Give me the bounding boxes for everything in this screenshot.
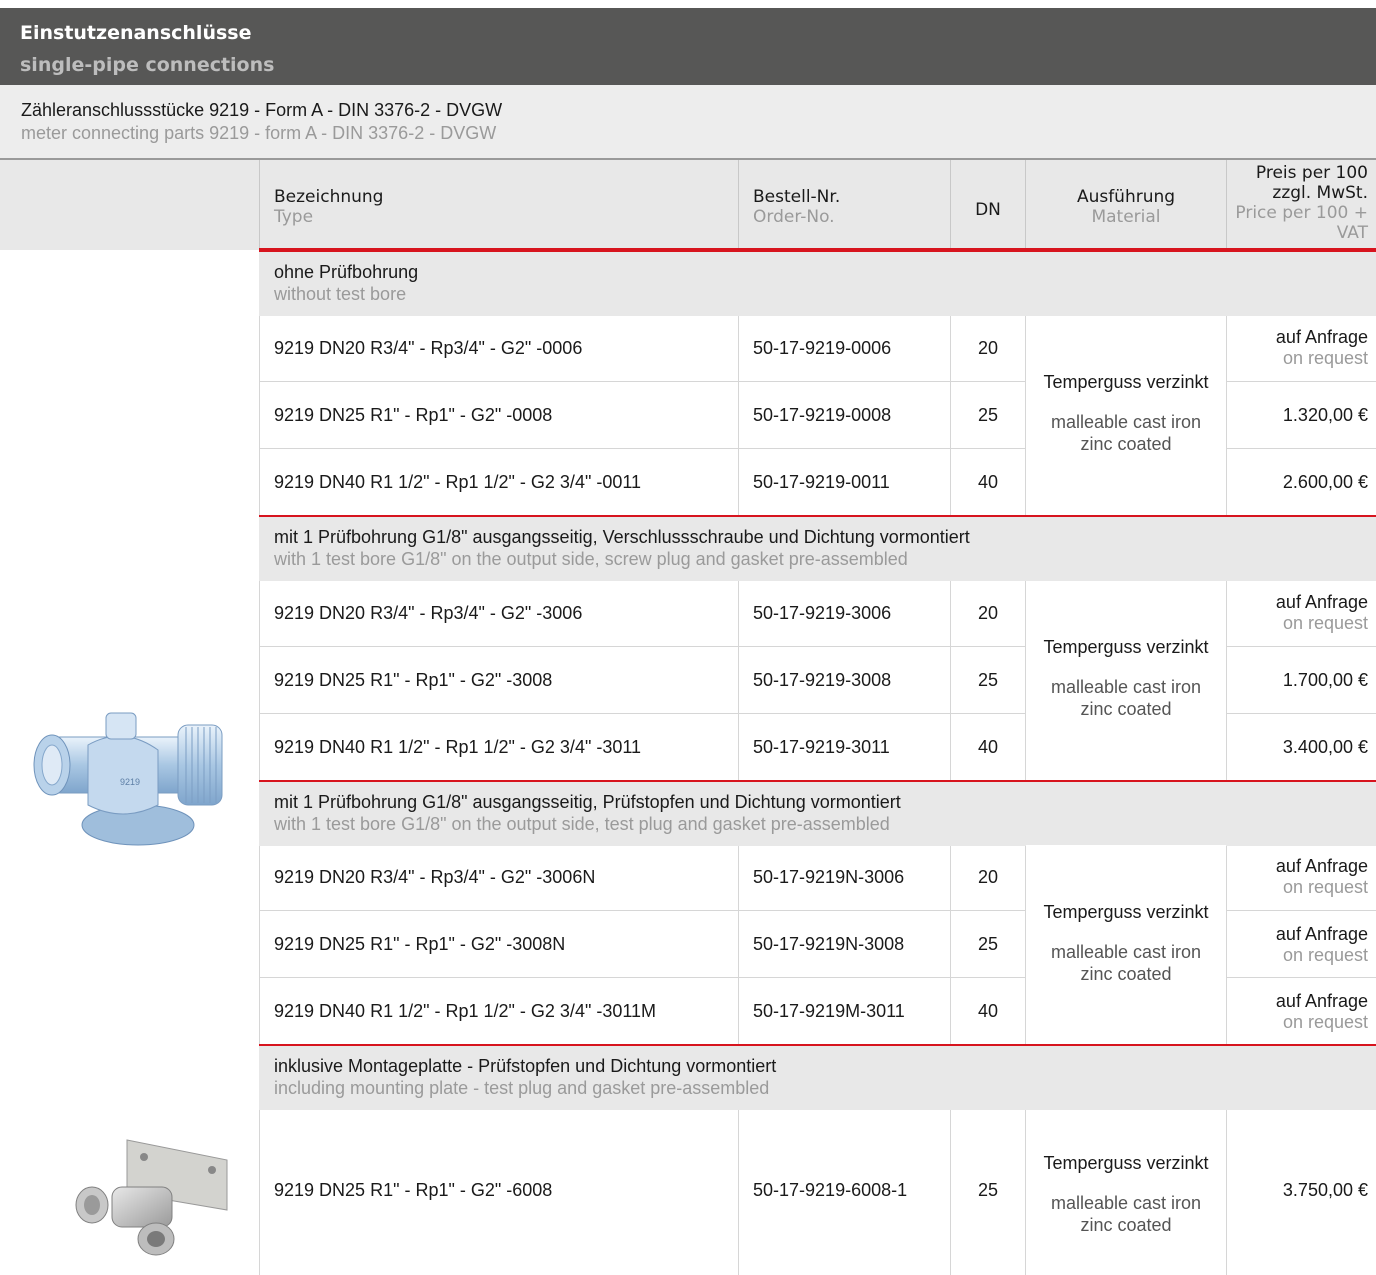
cell-order: 50-17-9219-3006 bbox=[753, 602, 892, 623]
cell-material: Temperguss verzinkt malleable cast iron … bbox=[1043, 372, 1209, 454]
cell-dn: 25 bbox=[977, 1180, 999, 1200]
cell-order: 50-17-9219N-3006 bbox=[753, 866, 905, 887]
cell-material: Temperguss verzinkt malleable cast iron … bbox=[1043, 902, 1209, 984]
cell-type: 9219 DN25 R1" - Rp1" - G2" -3008 bbox=[274, 670, 553, 690]
cell-dn: 20 bbox=[977, 602, 999, 623]
table-header: Bezeichnung Type Bestell-Nr. Order-No. D… bbox=[0, 160, 1376, 250]
cell-order: 50-17-9219-0006 bbox=[753, 337, 892, 358]
section-header: Einstutzenanschlüsse single-pipe connect… bbox=[0, 8, 1376, 85]
column-header-price: Preis per 100 zzgl. MwSt. Price per 100 … bbox=[1235, 163, 1368, 243]
cell-order: 50-17-9219-6008-1 bbox=[753, 1180, 908, 1200]
cell-type: 9219 DN25 R1" - Rp1" - G2" -6008 bbox=[274, 1180, 553, 1200]
cell-order: 50-17-9219-3008 bbox=[753, 670, 892, 690]
cell-dn: 20 bbox=[977, 866, 999, 887]
cell-order: 50-17-9219M-3011 bbox=[753, 1001, 905, 1021]
cell-dn: 25 bbox=[977, 934, 999, 954]
product-subtitle: meter connecting parts 9219 - form A - D… bbox=[21, 123, 497, 143]
cell-type: 9219 DN25 R1" - Rp1" - G2" -0008 bbox=[274, 405, 553, 425]
cell-material: Temperguss verzinkt malleable cast iron … bbox=[1043, 637, 1209, 719]
cell-price: auf Anfrage on request bbox=[1275, 592, 1368, 633]
cell-type: 9219 DN20 R3/4" - Rp3/4" - G2" -3006N bbox=[274, 866, 596, 887]
cell-order: 50-17-9219-0011 bbox=[753, 472, 890, 492]
cell-order: 50-17-9219N-3008 bbox=[753, 934, 905, 954]
column-header-type: Bezeichnung Type bbox=[274, 187, 384, 227]
column-header-material: Ausführung Material bbox=[1076, 187, 1176, 227]
section-subtitle: single-pipe connections bbox=[20, 54, 275, 76]
cell-type: 9219 DN20 R3/4" - Rp3/4" - G2" -3006 bbox=[274, 602, 583, 623]
product-header: Zähleranschlussstücke 9219 - Form A - DI… bbox=[0, 85, 1376, 160]
cell-price: 1.320,00 € bbox=[1282, 405, 1368, 425]
column-header-order: Bestell-Nr. Order-No. bbox=[753, 187, 841, 227]
cell-price: 2.600,00 € bbox=[1282, 472, 1368, 492]
image-column: 9219 bbox=[0, 250, 259, 1275]
group-header: mit 1 Prüfbohrung G1/8" ausgangsseitig, … bbox=[259, 515, 1376, 581]
group-header: mit 1 Prüfbohrung G1/8" ausgangsseitig, … bbox=[259, 780, 1376, 846]
cell-type: 9219 DN40 R1 1/2" - Rp1 1/2" - G2 3/4" -… bbox=[274, 737, 642, 757]
cell-dn: 20 bbox=[977, 337, 999, 358]
group-header: inklusive Montageplatte - Prüfstopfen un… bbox=[259, 1044, 1376, 1110]
cell-dn: 40 bbox=[977, 472, 999, 492]
cell-price: 3.400,00 € bbox=[1282, 737, 1368, 757]
section-title: Einstutzenanschlüsse bbox=[20, 22, 252, 44]
cell-type: 9219 DN20 R3/4" - Rp3/4" - G2" -0006 bbox=[274, 337, 583, 358]
cell-material: Temperguss verzinkt malleable cast iron … bbox=[1043, 1153, 1209, 1235]
cell-dn: 40 bbox=[977, 1001, 999, 1021]
cell-type: 9219 DN40 R1 1/2" - Rp1 1/2" - G2 3/4" -… bbox=[274, 1001, 657, 1021]
svg-text:9219: 9219 bbox=[120, 777, 140, 787]
cell-type: 9219 DN40 R1 1/2" - Rp1 1/2" - G2 3/4" -… bbox=[274, 472, 642, 492]
product-title: Zähleranschlussstücke 9219 - Form A - DI… bbox=[21, 100, 503, 120]
column-header-dn: DN bbox=[975, 200, 1001, 220]
cell-price: auf Anfrage on request bbox=[1275, 990, 1368, 1032]
cell-price: auf Anfrage on request bbox=[1275, 327, 1368, 368]
cell-type: 9219 DN25 R1" - Rp1" - G2" -3008N bbox=[274, 934, 566, 954]
cell-price: auf Anfrage on request bbox=[1275, 856, 1368, 897]
group-header: ohne Prüfbohrung without test bore bbox=[259, 250, 1376, 316]
cell-price: 3.750,00 € bbox=[1282, 1180, 1368, 1200]
cell-order: 50-17-9219-3011 bbox=[753, 737, 890, 757]
cell-price: auf Anfrage on request bbox=[1275, 923, 1368, 965]
cell-order: 50-17-9219-0008 bbox=[753, 405, 892, 425]
mounting-plate-connector-image bbox=[75, 1139, 228, 1256]
cell-price: 1.700,00 € bbox=[1282, 670, 1368, 690]
cell-dn: 25 bbox=[977, 405, 999, 425]
cell-dn: 25 bbox=[977, 670, 999, 690]
meter-connector-image: 9219 bbox=[33, 712, 223, 846]
cell-dn: 40 bbox=[977, 737, 999, 757]
